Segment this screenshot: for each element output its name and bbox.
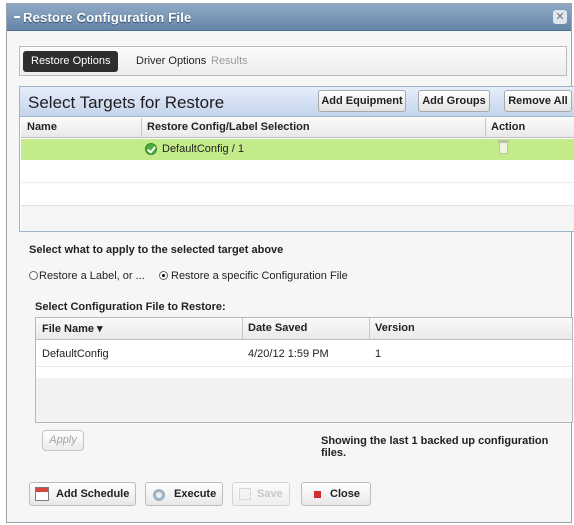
- table-row[interactable]: [21, 139, 574, 160]
- restore-file-option[interactable]: Restore a specific Configuration File: [171, 270, 348, 282]
- execute-label: Execute: [174, 488, 217, 500]
- gear-icon: [153, 489, 165, 501]
- column-header-selection[interactable]: Restore Config/Label Selection: [147, 121, 310, 133]
- restore-label-radio[interactable]: [29, 271, 38, 280]
- restore-label-option[interactable]: Restore a Label, or ...: [39, 270, 145, 282]
- add-groups-button[interactable]: Add Groups: [418, 90, 490, 112]
- window-title: Restore Configuration File: [23, 10, 192, 25]
- title-bar[interactable]: Restore Configuration File ✕: [7, 4, 571, 31]
- targets-title: Select Targets for Restore: [28, 93, 225, 112]
- column-header-action[interactable]: Action: [491, 121, 525, 133]
- tab-bar: Restore Options Driver Options Results: [19, 46, 567, 76]
- execute-button[interactable]: Execute: [145, 482, 223, 506]
- files-empty-area: [36, 378, 572, 422]
- column-header-version[interactable]: Version: [375, 322, 415, 334]
- save-label: Save: [257, 488, 283, 500]
- tab-restore-options[interactable]: Restore Options: [23, 51, 119, 72]
- tab-driver-options[interactable]: Driver Options: [128, 51, 214, 72]
- minimize-icon[interactable]: [14, 14, 20, 18]
- restore-config-window: Restore Configuration File ✕ Restore Opt…: [6, 3, 574, 523]
- apply-section-label: Select what to apply to the selected tar…: [29, 244, 284, 256]
- check-circle-icon: [145, 143, 157, 155]
- version-cell: 1: [375, 348, 382, 360]
- add-schedule-button[interactable]: Add Schedule: [29, 482, 136, 506]
- targets-panel: Select Targets for Restore Add Equipment…: [19, 86, 574, 232]
- table-row[interactable]: DefaultConfig 4/20/12 1:59 PM 1: [36, 344, 572, 365]
- file-name-cell: DefaultConfig: [42, 348, 109, 360]
- add-equipment-button[interactable]: Add Equipment: [318, 90, 406, 112]
- date-saved-cell: 4/20/12 1:59 PM: [248, 348, 329, 360]
- restore-file-radio[interactable]: [159, 271, 168, 280]
- save-icon: [239, 488, 251, 500]
- save-button[interactable]: Save: [232, 482, 290, 506]
- showing-count-text: Showing the last 1 backed up configurati…: [321, 435, 549, 459]
- remove-all-button[interactable]: Remove All: [504, 90, 572, 112]
- targets-header: Select Targets for Restore Add Equipment…: [20, 87, 574, 117]
- targets-empty-area: [21, 205, 574, 231]
- column-header-name[interactable]: Name: [27, 121, 57, 133]
- column-header-date-saved[interactable]: Date Saved: [248, 322, 307, 334]
- row-divider: [36, 366, 572, 367]
- close-button[interactable]: Close: [301, 482, 371, 506]
- files-section-label: Select Configuration File to Restore:: [35, 301, 226, 313]
- targets-table-header: Name Restore Config/Label Selection Acti…: [21, 118, 574, 138]
- row-divider: [21, 182, 574, 183]
- calendar-icon: [35, 487, 49, 501]
- files-table-header: File Name ▾ Date Saved Version: [36, 318, 572, 340]
- trash-icon[interactable]: [498, 140, 509, 154]
- column-header-file-name[interactable]: File Name ▾: [42, 322, 103, 335]
- close-label: Close: [330, 488, 360, 500]
- restore-selection-value[interactable]: DefaultConfig / 1: [162, 143, 244, 155]
- apply-button[interactable]: Apply: [42, 430, 84, 451]
- stop-icon: [314, 491, 321, 498]
- close-icon[interactable]: ✕: [553, 10, 567, 24]
- add-schedule-label: Add Schedule: [56, 488, 130, 500]
- files-table: File Name ▾ Date Saved Version DefaultCo…: [35, 317, 573, 423]
- tab-results[interactable]: Results: [203, 51, 256, 72]
